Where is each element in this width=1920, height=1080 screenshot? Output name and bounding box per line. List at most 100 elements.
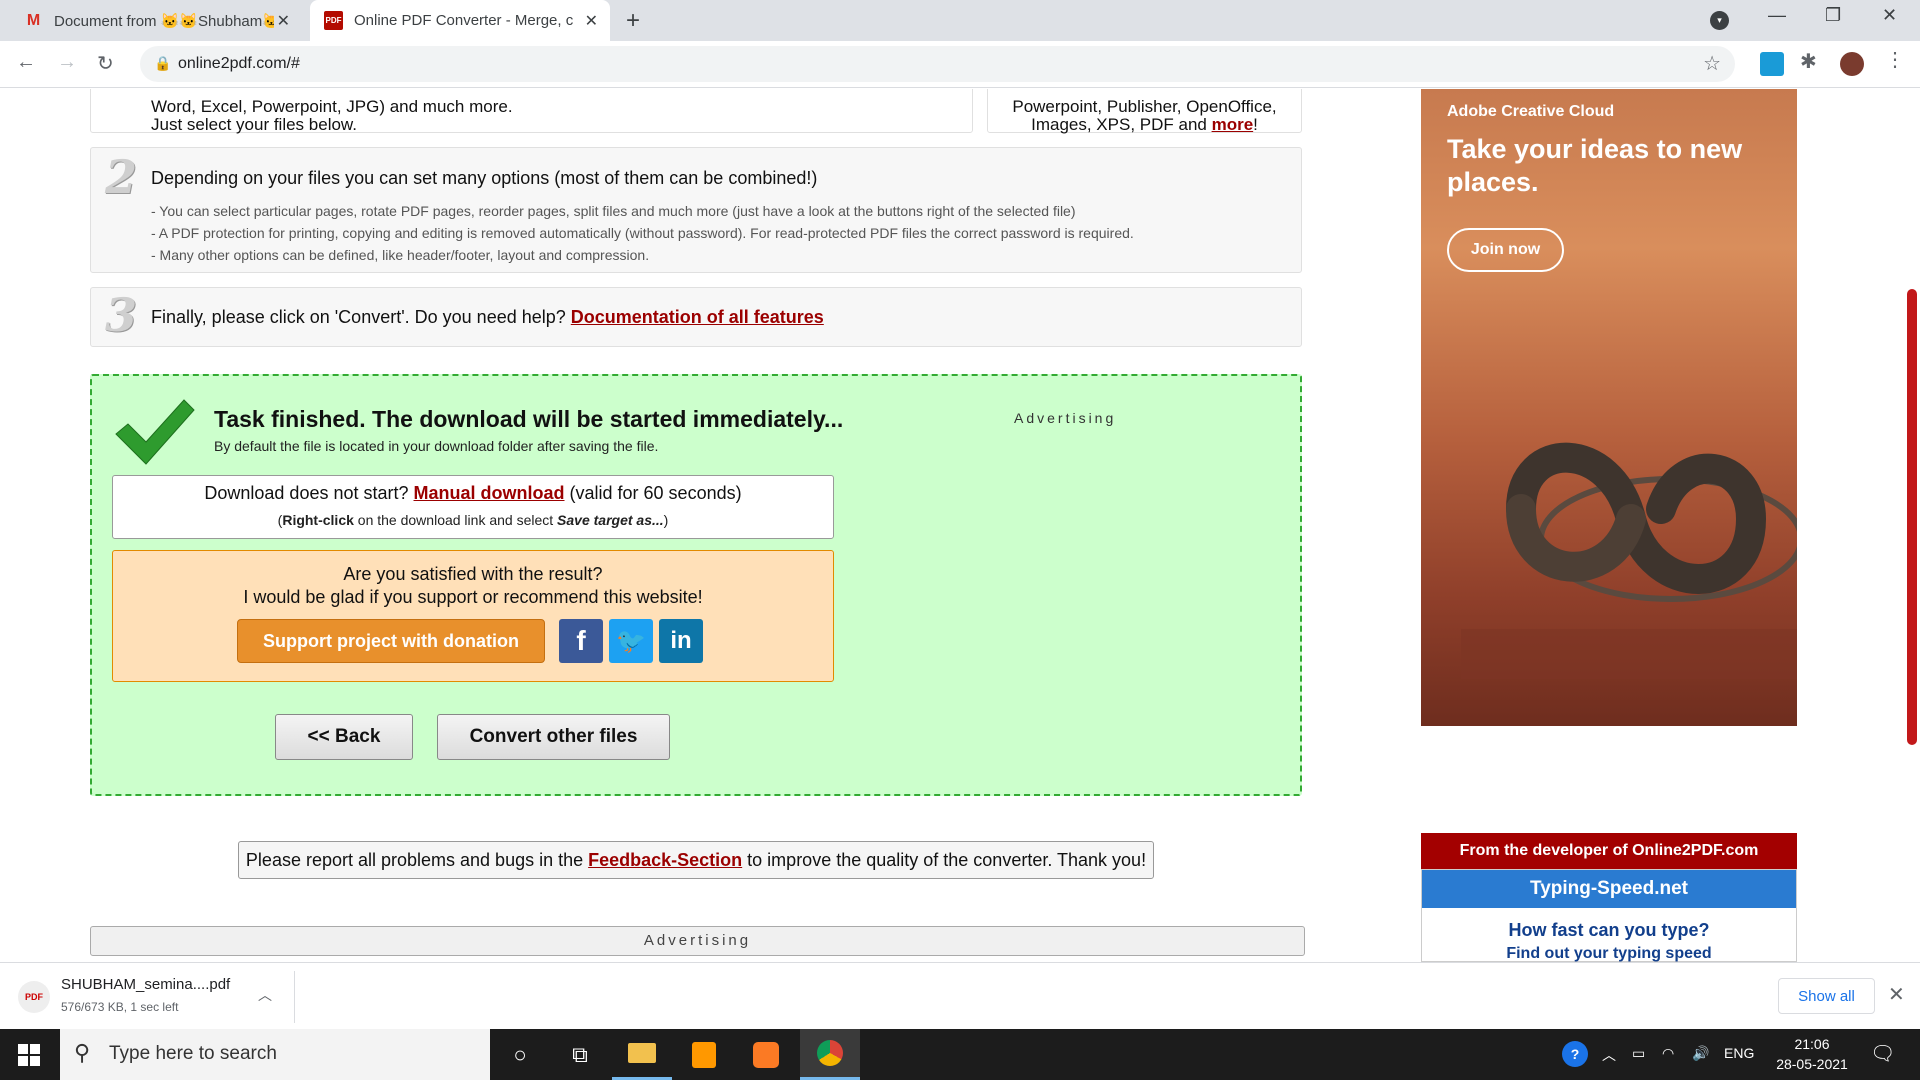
tab-search-icon[interactable]: ▾ xyxy=(1710,11,1729,30)
step-2-note-1: - You can select particular pages, rotat… xyxy=(151,203,1076,219)
browser-toolbar: ← → ↻ 🔒 online2pdf.com/# ☆ ✱ ⋮ xyxy=(0,41,1920,88)
address-bar[interactable]: 🔒 online2pdf.com/# ☆ xyxy=(140,46,1735,82)
documentation-link[interactable]: Documentation of all features xyxy=(571,307,824,327)
scrollbar-thumb[interactable] xyxy=(1907,289,1917,745)
step-3-text: Finally, please click on 'Convert'. Do y… xyxy=(151,307,571,327)
pdf-file-icon: PDF xyxy=(18,981,50,1013)
manual-download-box: Download does not start? Manual download… xyxy=(112,475,834,539)
tab-gmail-document[interactable]: M Document from 🐱🐱Shubham🐱 ✕ xyxy=(10,0,302,41)
tab-online-pdf-converter[interactable]: PDF Online PDF Converter - Merge, c ✕ xyxy=(310,0,610,41)
task-finished-panel: Task finished. The download will be star… xyxy=(90,374,1302,796)
gmail-icon: M xyxy=(26,11,41,29)
hint-save-target: Save target as... xyxy=(557,512,664,528)
clock-time: 21:06 xyxy=(1794,1036,1830,1052)
extensions-puzzle-icon[interactable]: ✱ xyxy=(1800,49,1824,73)
support-text: I would be glad if you support or recomm… xyxy=(243,587,703,607)
forward-arrow-icon[interactable]: → xyxy=(57,51,77,74)
wifi-icon[interactable]: ◠ xyxy=(1662,1045,1674,1062)
close-icon[interactable]: ✕ xyxy=(277,11,290,31)
twitter-icon[interactable]: 🐦 xyxy=(609,619,653,663)
download-suffix: (valid for 60 seconds) xyxy=(564,483,742,503)
windows-start-icon[interactable] xyxy=(18,1044,40,1066)
report-suffix: to improve the quality of the converter.… xyxy=(742,850,1147,870)
advertising-label: Advertising xyxy=(1014,410,1117,426)
step-3-heading: Finally, please click on 'Convert'. Do y… xyxy=(151,307,824,328)
bookmark-star-icon[interactable]: ☆ xyxy=(1703,51,1721,76)
close-icon[interactable]: ✕ xyxy=(585,11,598,31)
clock-date: 28-05-2021 xyxy=(1776,1056,1848,1072)
browser-tab-bar: M Document from 🐱🐱Shubham🐱 ✕ PDF Online … xyxy=(0,0,1920,41)
support-box: Are you satisfied with the result? I wou… xyxy=(112,550,834,682)
facebook-icon[interactable]: f xyxy=(559,619,603,663)
join-now-button[interactable]: Join now xyxy=(1447,228,1564,272)
step-2-note-3: - Many other options can be defined, lik… xyxy=(151,247,650,263)
chrome-icon[interactable] xyxy=(800,1029,860,1080)
sublime-text-icon[interactable] xyxy=(674,1029,734,1080)
more-link[interactable]: more xyxy=(1212,115,1254,134)
download-shelf: PDF SHUBHAM_semina....pdf 576/673 KB, 1 … xyxy=(0,962,1920,1029)
help-icon[interactable]: ? xyxy=(1562,1041,1588,1067)
download-status: 576/673 KB, 1 sec left xyxy=(61,1000,179,1014)
close-icon[interactable]: ✕ xyxy=(1888,982,1905,1007)
reload-icon[interactable]: ↻ xyxy=(97,51,114,76)
formats-text: Images, XPS, PDF and xyxy=(1031,115,1212,134)
step-1-box: Word, Excel, Powerpoint, JPG) and much m… xyxy=(90,89,973,134)
menu-kebab-icon[interactable]: ⋮ xyxy=(1885,47,1909,71)
task-finished-subtitle: By default the file is located in your d… xyxy=(214,438,659,454)
show-all-button[interactable]: Show all xyxy=(1778,978,1875,1014)
download-filename[interactable]: SHUBHAM_semina....pdf xyxy=(61,976,230,993)
step-2-heading: Depending on your files you can set many… xyxy=(151,168,818,188)
chevron-up-icon[interactable]: ︿ xyxy=(258,985,272,1005)
step-1-line1: Word, Excel, Powerpoint, JPG) and much m… xyxy=(151,97,513,116)
report-prefix: Please report all problems and bugs in t… xyxy=(245,850,589,870)
hint-mid: on the download link and select xyxy=(353,512,558,528)
windows-taskbar: ⚲ Type here to search ○ ⧉ ? ︿ ▭ ◠ 🔊 ENG … xyxy=(0,1029,1920,1080)
task-finished-title: Task finished. The download will be star… xyxy=(214,406,844,432)
page-content: Word, Excel, Powerpoint, JPG) and much m… xyxy=(0,89,1920,962)
taskbar-search-box[interactable]: ⚲ Type here to search xyxy=(60,1029,490,1080)
chevron-up-icon[interactable]: ︿ xyxy=(1602,1045,1616,1065)
satisfied-question: Are you satisfied with the result? xyxy=(343,564,603,584)
system-clock[interactable]: 21:06 28-05-2021 xyxy=(1776,1034,1848,1074)
battery-icon[interactable]: ▭ xyxy=(1632,1045,1645,1062)
extension-translate-icon[interactable] xyxy=(1760,52,1784,76)
divider xyxy=(294,971,295,1023)
step-3-number: 3 xyxy=(105,288,138,342)
feedback-section-link[interactable]: Feedback-Section xyxy=(588,850,742,870)
donate-button[interactable]: Support project with donation xyxy=(237,619,545,663)
back-button[interactable]: << Back xyxy=(275,714,413,760)
ad-artwork-image xyxy=(1461,442,1797,679)
convert-other-files-button[interactable]: Convert other files xyxy=(437,714,670,760)
download-line: Download does not start? Manual download… xyxy=(113,483,833,504)
restore-icon[interactable]: ❐ xyxy=(1825,5,1841,26)
volume-icon[interactable]: 🔊 xyxy=(1692,1045,1709,1062)
typing-question: How fast can you type? xyxy=(1508,920,1710,940)
ad-headline: Take your ideas to new places. xyxy=(1447,134,1743,197)
manual-download-link[interactable]: Manual download xyxy=(414,483,565,503)
developer-banner: From the developer of Online2PDF.com xyxy=(1421,833,1797,869)
new-tab-plus-icon[interactable]: + xyxy=(626,7,640,35)
xampp-icon[interactable] xyxy=(736,1029,796,1080)
notifications-icon[interactable]: 🗨 xyxy=(1870,1041,1895,1066)
hint-right-click: Right-click xyxy=(282,512,354,528)
step-1-formats-box: Powerpoint, Publisher, OpenOffice, Image… xyxy=(987,89,1302,134)
profile-avatar[interactable] xyxy=(1840,52,1864,76)
minimize-icon[interactable]: — xyxy=(1768,5,1786,26)
task-view-icon[interactable]: ⧉ xyxy=(550,1029,610,1080)
back-arrow-icon[interactable]: ← xyxy=(16,51,36,74)
file-explorer-icon[interactable] xyxy=(612,1029,672,1080)
typing-speed-ad[interactable]: Typing-Speed.net How fast can you type? … xyxy=(1421,869,1797,962)
hint-close: ) xyxy=(663,512,669,528)
window-close-icon[interactable]: ✕ xyxy=(1882,5,1897,26)
step-2-number: 2 xyxy=(105,150,138,204)
formats-line1: Powerpoint, Publisher, OpenOffice, xyxy=(1012,97,1277,116)
feedback-notice: Please report all problems and bugs in t… xyxy=(238,841,1154,879)
language-indicator[interactable]: ENG xyxy=(1724,1045,1754,1061)
download-prefix: Download does not start? xyxy=(204,483,414,503)
step-2-box: 2 Depending on your files you can set ma… xyxy=(90,147,1302,273)
cortana-icon[interactable]: ○ xyxy=(490,1029,550,1080)
scrollbar[interactable] xyxy=(1905,89,1920,962)
linkedin-icon[interactable]: in xyxy=(659,619,703,663)
adobe-creative-cloud-ad[interactable]: Adobe Creative Cloud Take your ideas to … xyxy=(1421,89,1797,726)
search-placeholder: Type here to search xyxy=(109,1043,277,1064)
